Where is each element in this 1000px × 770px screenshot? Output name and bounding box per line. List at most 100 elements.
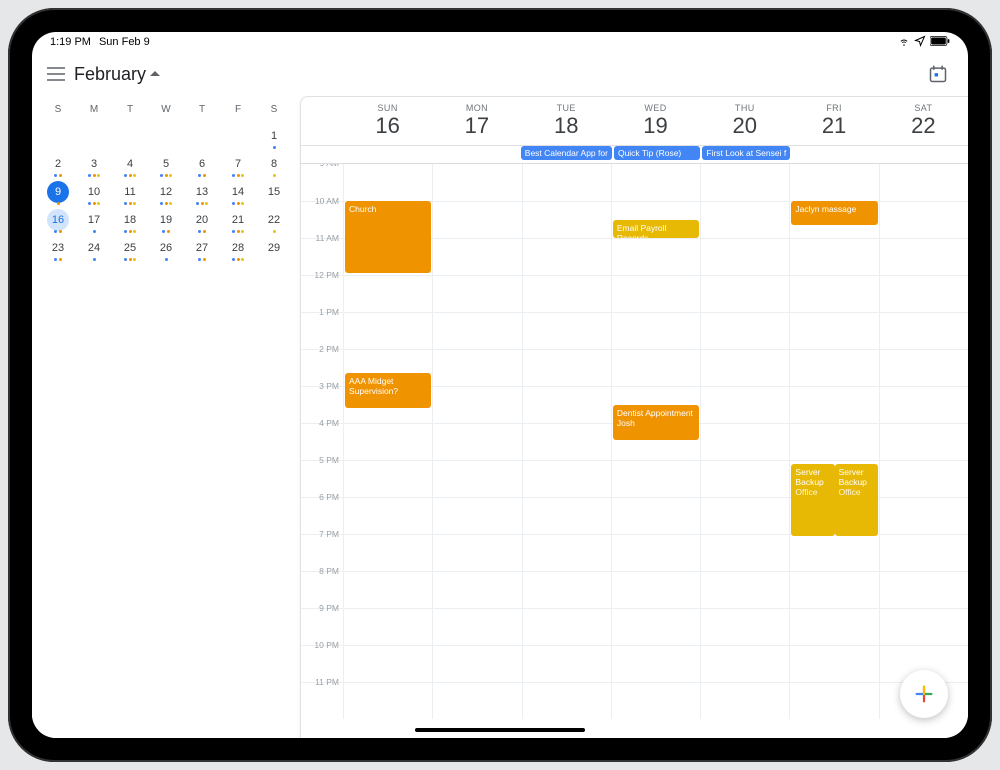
mini-day-cell[interactable]: 29 [256, 235, 292, 263]
day-column[interactable] [522, 164, 611, 719]
hour-label: 3 PM [319, 381, 339, 391]
mini-day-cell[interactable]: 27 [184, 235, 220, 263]
mini-day-cell[interactable]: 20 [184, 207, 220, 235]
mini-day-cell[interactable]: 5 [148, 151, 184, 179]
mini-day-cell[interactable]: 10 [76, 179, 112, 207]
mini-day-cell[interactable]: 24 [76, 235, 112, 263]
allday-event[interactable]: Quick Tip (Rose) [614, 146, 700, 160]
week-day-header[interactable]: MON17 [432, 101, 521, 145]
month-label: February [74, 64, 146, 85]
day-column[interactable] [700, 164, 789, 719]
week-day-header[interactable]: SUN16 [343, 101, 432, 145]
hour-label: 10 AM [315, 196, 339, 206]
week-day-header[interactable]: TUE18 [522, 101, 611, 145]
allday-event[interactable]: Best Calendar App for [521, 146, 612, 160]
allday-slot[interactable] [791, 146, 879, 163]
day-column[interactable] [432, 164, 521, 719]
weekday-label: SUN [343, 103, 432, 113]
event-dots [112, 174, 148, 177]
mini-day-number: 23 [47, 237, 69, 259]
event-dots [256, 146, 292, 149]
mini-day-number: 18 [119, 209, 141, 231]
mini-day-cell[interactable]: 2 [40, 151, 76, 179]
battery-icon [930, 36, 950, 49]
event-dots [40, 202, 76, 205]
mini-day-number: 27 [191, 237, 213, 259]
mini-day-cell[interactable]: 13 [184, 179, 220, 207]
mini-weekday: T [184, 100, 220, 123]
day-column[interactable]: Email Payroll Records Dentist Appointment… [611, 164, 700, 719]
mini-day-cell[interactable]: 25 [112, 235, 148, 263]
mini-day-cell[interactable]: 23 [40, 235, 76, 263]
weekday-number: 16 [343, 113, 432, 139]
week-day-header[interactable]: THU20 [700, 101, 789, 145]
allday-slot[interactable]: Quick Tip (Rose) [613, 146, 701, 163]
calendar-event[interactable]: Server BackupOffice [791, 464, 834, 536]
calendar-event[interactable]: Email Payroll Records [613, 220, 699, 238]
day-column[interactable]: Church AAA Midget Supervision? [343, 164, 432, 719]
mini-day-cell[interactable]: 17 [76, 207, 112, 235]
day-column[interactable] [879, 164, 968, 719]
mini-day-number: 17 [83, 209, 105, 231]
mini-day-cell[interactable]: 12 [148, 179, 184, 207]
event-dots [184, 230, 220, 233]
mini-day-number: 12 [155, 181, 177, 203]
mini-day-cell[interactable]: 18 [112, 207, 148, 235]
mini-day-cell[interactable]: 28 [220, 235, 256, 263]
mini-day-number: 4 [119, 153, 141, 175]
mini-day-cell[interactable]: 21 [220, 207, 256, 235]
mini-day-number: 14 [227, 181, 249, 203]
allday-slot[interactable] [880, 146, 968, 163]
weekday-number: 22 [879, 113, 968, 139]
add-event-button[interactable] [900, 670, 948, 718]
mini-day-cell[interactable]: 6 [184, 151, 220, 179]
allday-slot[interactable]: Best Calendar App for [520, 146, 613, 163]
mini-day-cell[interactable]: 19 [148, 207, 184, 235]
mini-day-cell[interactable]: 26 [148, 235, 184, 263]
mini-day-cell[interactable]: 14 [220, 179, 256, 207]
event-dots [76, 258, 112, 261]
allday-slot[interactable] [431, 146, 519, 163]
calendar-event[interactable]: Church [345, 201, 431, 273]
mini-day-number [227, 125, 249, 147]
mini-day-cell[interactable]: 16 [40, 207, 76, 235]
hour-label: 7 PM [319, 529, 339, 539]
allday-slot[interactable]: First Look at Sensei f [701, 146, 791, 163]
time-gutter: 9 AM10 AM11 AM12 PM1 PM2 PM3 PM4 PM5 PM6… [301, 164, 343, 719]
mini-day-cell[interactable]: 15 [256, 179, 292, 207]
mini-day-number: 11 [119, 181, 141, 203]
today-button[interactable] [924, 60, 952, 88]
event-dots [40, 230, 76, 233]
mini-day-cell [148, 123, 184, 151]
mini-day-cell[interactable]: 3 [76, 151, 112, 179]
event-dots [76, 230, 112, 233]
event-dots [220, 174, 256, 177]
mini-day-cell[interactable]: 11 [112, 179, 148, 207]
mini-day-cell[interactable]: 1 [256, 123, 292, 151]
calendar-event[interactable]: Jaclyn massage [791, 201, 877, 225]
calendar-event[interactable]: AAA Midget Supervision? [345, 373, 431, 408]
month-dropdown[interactable]: February [74, 64, 160, 85]
day-column[interactable]: Jaclyn massage Server BackupOfficeServer … [789, 164, 878, 719]
allday-slot[interactable] [343, 146, 431, 163]
wifi-icon [898, 35, 910, 50]
hour-label: 1 PM [319, 307, 339, 317]
calendar-event[interactable]: Dentist Appointment Josh [613, 405, 699, 440]
mini-day-cell[interactable]: 4 [112, 151, 148, 179]
mini-day-number: 29 [263, 237, 285, 259]
calendar-event[interactable]: Server BackupOffice [835, 464, 878, 536]
mini-day-cell [112, 123, 148, 151]
event-dots [148, 174, 184, 177]
allday-event[interactable]: First Look at Sensei f [702, 146, 790, 160]
week-day-header[interactable]: WED19 [611, 101, 700, 145]
week-day-header[interactable]: SAT22 [879, 101, 968, 145]
home-indicator[interactable] [415, 728, 585, 732]
week-day-header[interactable]: FRI21 [789, 101, 878, 145]
mini-day-cell[interactable]: 8 [256, 151, 292, 179]
mini-day-cell[interactable]: 9 [40, 179, 76, 207]
weekday-number: 21 [789, 113, 878, 139]
week-body[interactable]: 9 AM10 AM11 AM12 PM1 PM2 PM3 PM4 PM5 PM6… [301, 164, 968, 738]
menu-button[interactable] [42, 60, 70, 88]
mini-day-cell[interactable]: 22 [256, 207, 292, 235]
mini-day-cell[interactable]: 7 [220, 151, 256, 179]
